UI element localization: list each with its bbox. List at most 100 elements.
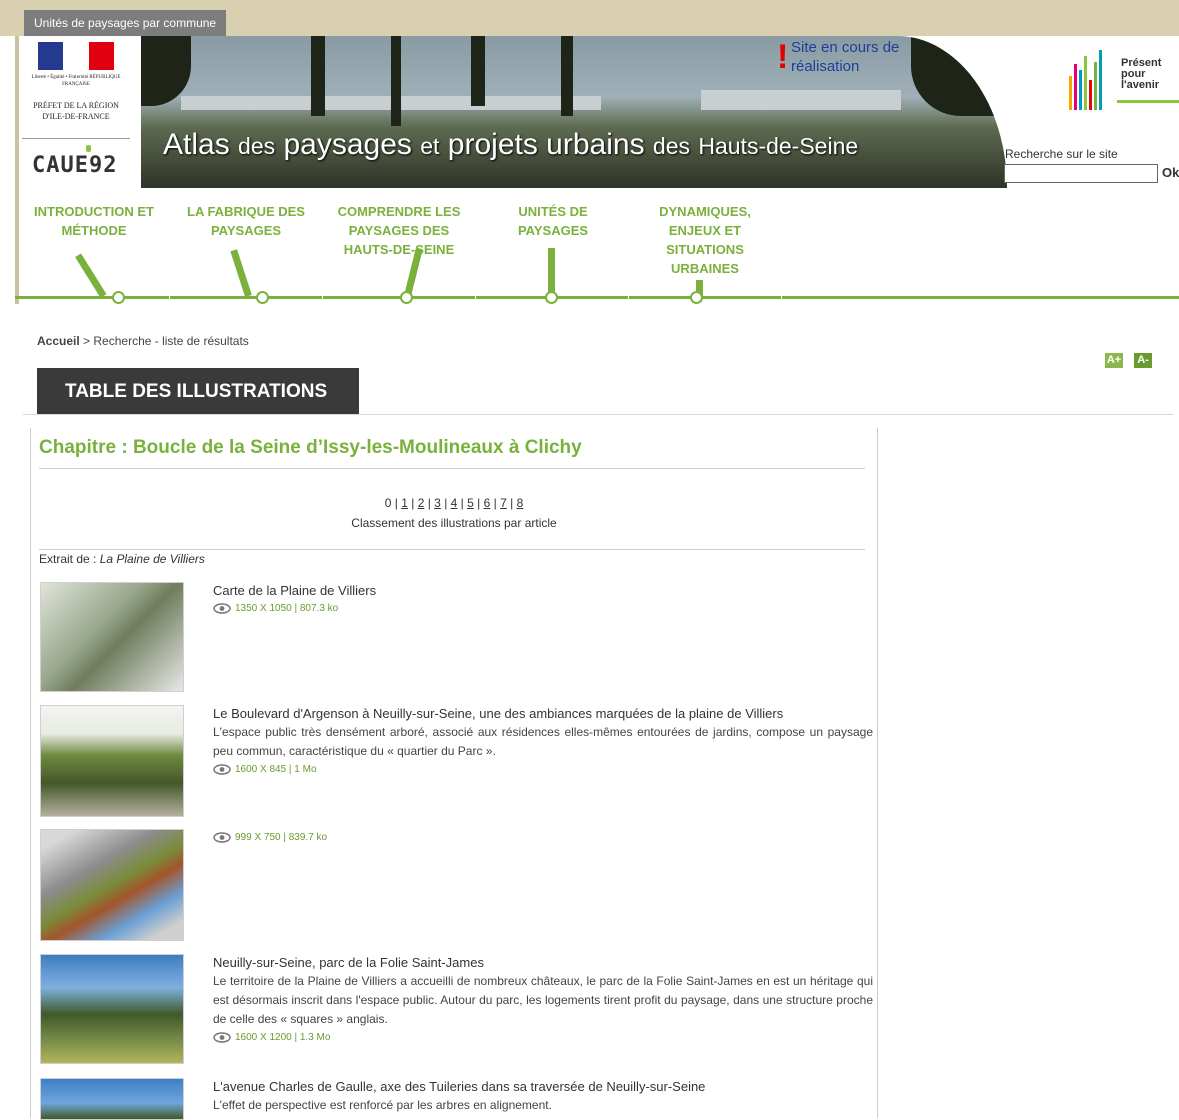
- prefet-text: PRÉFET DE LA RÉGION D'ILE-DE-FRANCE: [33, 101, 119, 121]
- present-underline: [1117, 100, 1179, 103]
- exclamation-icon: !: [777, 38, 789, 76]
- nav-unites[interactable]: UNITÉS DE PAYSAGES: [500, 202, 606, 240]
- item-title[interactable]: Neuilly-sur-Seine, parc de la Folie Sain…: [213, 954, 873, 972]
- nav-introduction[interactable]: INTRODUCTION ET MÉTHODE: [26, 202, 162, 240]
- extrait-article-link[interactable]: La Plaine de Villiers: [100, 552, 205, 566]
- item-description: L'espace public très densément arboré, a…: [213, 725, 873, 758]
- present-pour-avenir-logo[interactable]: Présent pour l'avenir: [1063, 40, 1179, 110]
- page-title-text: TABLE DES ILLUSTRATIONS: [65, 381, 328, 402]
- item-meta[interactable]: 1600 X 845 | 1 Mo: [213, 761, 873, 779]
- nav-fabrique[interactable]: LA FABRIQUE DES PAYSAGES: [176, 202, 316, 240]
- title-word: des: [652, 133, 691, 159]
- eye-icon: [213, 764, 231, 775]
- nav-pin-dot-icon: [256, 291, 269, 304]
- title-word: Atlas: [163, 128, 230, 161]
- nav-separator: [322, 296, 323, 300]
- tree-decoration: [561, 36, 573, 116]
- item-meta-text: 999 X 750 | 839.7 ko: [235, 832, 328, 843]
- page-link[interactable]: 7: [500, 496, 507, 510]
- search-ok-button[interactable]: Ok: [1162, 165, 1179, 180]
- title-word: paysages: [283, 128, 412, 161]
- classement-label: Classement des illustrations par article: [351, 516, 557, 530]
- caue-leaf-icon: [86, 145, 91, 152]
- photo-thumbnail-icon[interactable]: [40, 954, 184, 1064]
- nav-pin-dot-icon: [545, 291, 558, 304]
- page-link[interactable]: 8: [517, 496, 524, 510]
- item-meta[interactable]: 999 X 750 | 839.7 ko: [213, 829, 873, 847]
- nav-dynamiques[interactable]: DYNAMIQUES, ENJEUX ET SITUATIONS URBAINE…: [640, 202, 770, 278]
- nav-separator: [475, 296, 476, 300]
- photo-thumbnail-icon[interactable]: [40, 705, 184, 817]
- item-meta[interactable]: 1350 X 1050 | 807.3 ko: [213, 600, 873, 618]
- site-status-notice: ! Site en cours de réalisation: [777, 38, 931, 76]
- item-meta[interactable]: 1600 X 1200 | 1.3 Mo: [213, 1029, 873, 1047]
- title-word: et: [420, 133, 440, 159]
- nav-separator: [169, 296, 170, 300]
- nav-comprendre[interactable]: COMPRENDRE LES PAYSAGES DES HAUTS-DE-SEI…: [326, 202, 472, 259]
- page-link[interactable]: 5: [467, 496, 474, 510]
- map-thumbnail-icon[interactable]: [40, 582, 184, 692]
- item-meta-text: 1600 X 845 | 1 Mo: [235, 764, 317, 775]
- chapter-title: Chapitre : Boucle de la Seine d’Issy-les…: [39, 437, 582, 458]
- title-word: Hauts-de-Seine: [698, 133, 859, 159]
- frame-divider: [23, 414, 1173, 415]
- breadcrumb-home-link[interactable]: Accueil: [37, 334, 80, 348]
- item-meta-text: 1350 X 1050 | 807.3 ko: [235, 603, 339, 614]
- pagination: 0 | 1 | 2 | 3 | 4 | 5 | 6 | 7 | 8: [384, 496, 524, 510]
- caue-logo-text: CAUE92: [32, 153, 118, 178]
- font-increase-button[interactable]: A+: [1105, 353, 1123, 368]
- page-current: 0: [384, 496, 392, 510]
- item-title[interactable]: Carte de la Plaine de Villiers: [213, 582, 873, 600]
- nav-line: [15, 296, 1179, 299]
- tree-decoration: [391, 36, 401, 126]
- nav-pin-dot-icon: [400, 291, 413, 304]
- site-title: Atlas des paysages et projets urbains de…: [163, 128, 858, 162]
- page-link[interactable]: 3: [434, 496, 441, 510]
- page-link[interactable]: 1: [401, 496, 408, 510]
- page-link[interactable]: 4: [451, 496, 458, 510]
- section-divider: [39, 549, 865, 550]
- nav-pin-icon: [75, 253, 107, 298]
- page-link[interactable]: 6: [484, 496, 491, 510]
- skyline-decoration: [701, 90, 901, 110]
- nav-pin-dot-icon: [690, 291, 703, 304]
- nav-pin-icon: [230, 249, 252, 298]
- nav-separator: [628, 296, 629, 300]
- header-banner[interactable]: ! Site en cours de réalisation Atlas des…: [141, 36, 1007, 188]
- page-link[interactable]: 2: [418, 496, 425, 510]
- photo-thumbnail-icon[interactable]: [40, 1078, 184, 1120]
- marianne-flag-icon: [38, 42, 114, 70]
- search-label: Recherche sur le site: [1005, 147, 1118, 161]
- item-title[interactable]: L'avenue Charles de Gaulle, axe des Tuil…: [213, 1078, 873, 1096]
- eye-icon: [213, 1032, 231, 1043]
- caue92-logo[interactable]: CAUE92: [22, 138, 130, 189]
- item-meta-text: 1600 X 1200 | 1.3 Mo: [235, 1032, 331, 1043]
- extrait-prefix: Extrait de :: [39, 552, 97, 566]
- font-decrease-button[interactable]: A-: [1134, 353, 1152, 368]
- breadcrumb-separator: >: [83, 334, 91, 348]
- nav-separator: [781, 296, 782, 300]
- item-description: L'effet de perspective est renforcé par …: [213, 1098, 552, 1112]
- site-status-text: Site en cours de réalisation: [791, 39, 900, 75]
- nav-pin-dot-icon: [112, 291, 125, 304]
- republique-text: Liberté • Égalité • Fraternité RÉPUBLIQU…: [31, 75, 121, 87]
- chapter-divider: [39, 468, 865, 469]
- present-text: Présent pour l'avenir: [1121, 57, 1162, 91]
- aerial-map-thumbnail-icon[interactable]: [40, 829, 184, 941]
- search-input[interactable]: [1004, 164, 1158, 183]
- nav-pin-icon: [548, 248, 555, 296]
- republique-francaise-logo[interactable]: Liberté • Égalité • Fraternité RÉPUBLIQU…: [22, 40, 130, 132]
- eye-icon: [213, 603, 231, 614]
- title-word: des: [238, 133, 276, 159]
- tree-decoration: [311, 36, 325, 116]
- tab-unites-par-commune[interactable]: Unités de paysages par commune: [24, 10, 227, 36]
- left-rule: [15, 36, 19, 304]
- title-word: projets urbains: [447, 128, 645, 161]
- breadcrumb-current: Recherche - liste de résultats: [93, 334, 249, 348]
- item-title[interactable]: Le Boulevard d'Argenson à Neuilly-sur-Se…: [213, 705, 873, 723]
- item-description: Le territoire de la Plaine de Villiers a…: [213, 974, 873, 1026]
- page-title: TABLE DES ILLUSTRATIONS: [37, 368, 359, 415]
- extrait-line: Extrait de : La Plaine de Villiers: [39, 552, 205, 566]
- eye-icon: [213, 832, 231, 843]
- breadcrumb: Accueil > Recherche - liste de résultats: [37, 334, 249, 348]
